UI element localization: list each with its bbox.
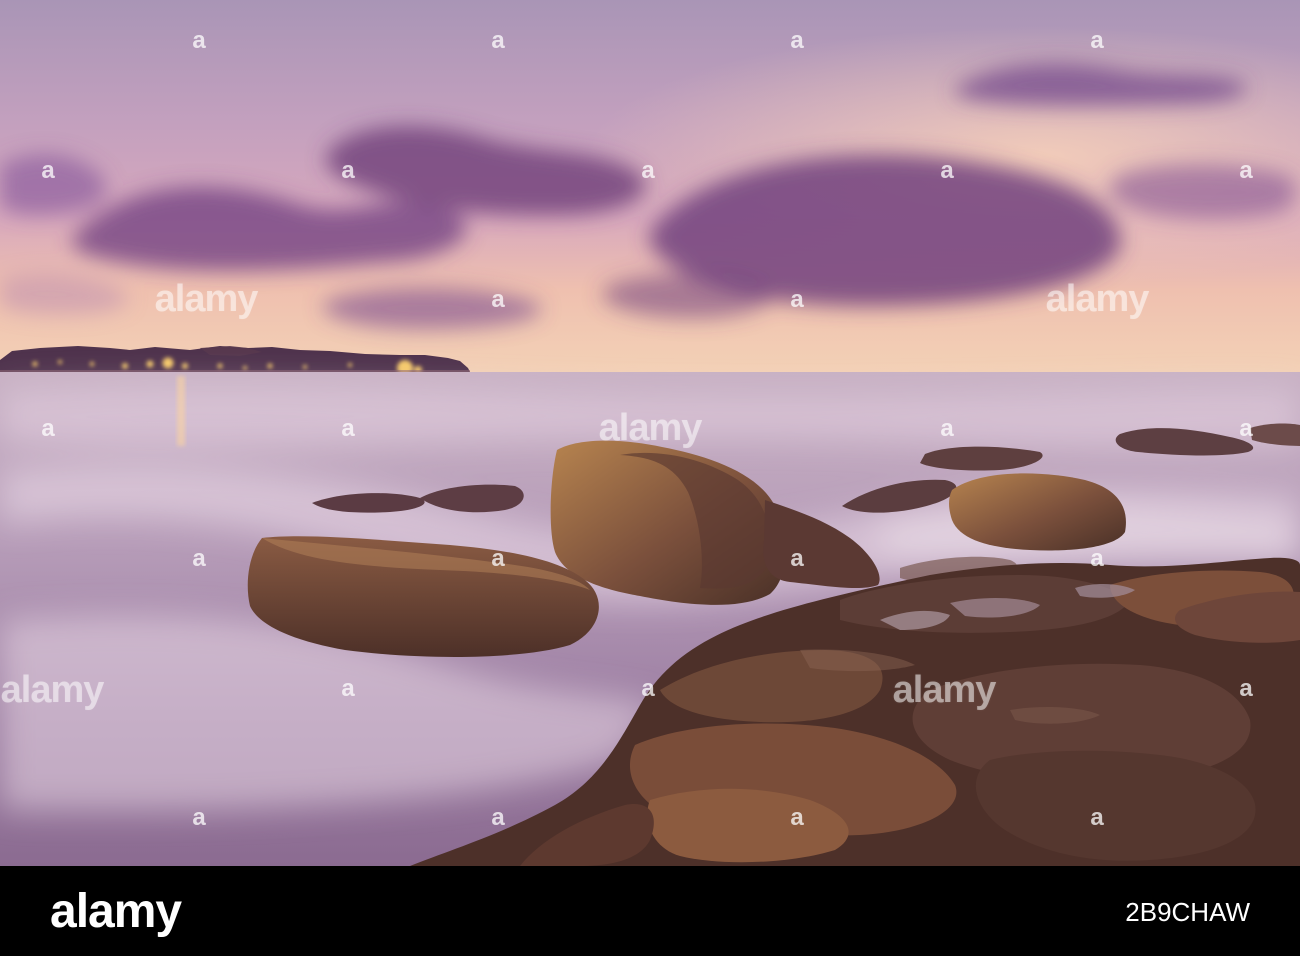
brand-logo: alamy — [50, 885, 182, 938]
seascape-photo: alamy alamy alamy alamy alamy a a a a a … — [0, 0, 1300, 866]
image-id: 2B9CHAW — [1125, 897, 1250, 927]
stock-photo-page: alamy alamy alamy alamy alamy a a a a a … — [0, 0, 1300, 956]
stock-footer: alamy 2B9CHAW — [0, 866, 1300, 956]
light-reflection — [177, 376, 185, 446]
sunset-glow — [0, 0, 1300, 372]
seascape-illustration — [0, 0, 1300, 866]
